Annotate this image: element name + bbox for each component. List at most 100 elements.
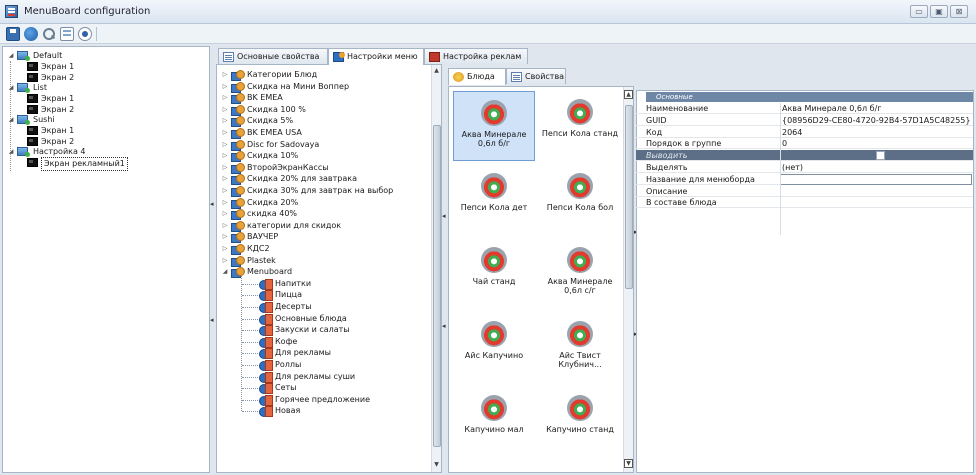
expand-icon[interactable]: ▷ (221, 185, 229, 197)
visible-checkbox[interactable] (876, 151, 885, 161)
expand-icon[interactable]: ▷ (221, 81, 229, 93)
tab-dishes[interactable]: Блюда (448, 68, 506, 85)
tab-ads-settings[interactable]: Настройка реклам (424, 48, 528, 64)
property-row[interactable]: Выделять (нет) (636, 162, 973, 173)
category-scrollbar[interactable]: ▲ ▼ (431, 65, 441, 472)
menuboard-subcategory[interactable]: Закуски и салаты (217, 324, 429, 337)
dish-tile[interactable]: Аква Минерале 0,6л б/г (453, 91, 535, 161)
property-row[interactable]: В составе блюда (636, 197, 973, 209)
dish-tile[interactable]: Пепси Кола станд (539, 91, 621, 161)
expand-icon[interactable]: ▷ (221, 150, 229, 162)
menuboard-subcategory[interactable]: Напитки (217, 278, 429, 290)
dishes-scrollbar[interactable]: ▲ ▼ (623, 87, 633, 472)
category-item[interactable]: ◢ Menuboard (217, 266, 429, 279)
expand-icon[interactable]: ▷ (221, 115, 229, 127)
category-item[interactable]: ▷ Скидка 30% для завтрак на выбор (217, 185, 429, 197)
expand-icon[interactable]: ▷ (221, 197, 229, 209)
save-icon[interactable] (6, 27, 20, 41)
category-item[interactable]: ▷ Скидка 100 % (217, 104, 429, 116)
property-row[interactable]: GUID {08956D29-CE80-4720-92B4-57D1A5C4825… (636, 115, 973, 126)
expand-icon[interactable]: ▷ (221, 243, 229, 255)
category-icon (231, 93, 245, 105)
category-item[interactable]: ▷ Категории Блюд (217, 69, 429, 81)
category-tree[interactable]: ▷ Категории Блюд ▷ Скидка на Мини Воппер ▷ BK… (216, 64, 442, 473)
scroll-down-icon[interactable]: ▼ (624, 459, 633, 468)
collapse-icon[interactable]: ◢ (221, 266, 229, 278)
scroll-down-icon[interactable]: ▼ (432, 461, 441, 468)
property-row[interactable]: Выводить (636, 150, 973, 162)
record-icon[interactable] (78, 27, 92, 41)
expand-icon[interactable]: ▷ (221, 220, 229, 232)
collapse-middle-icon-2[interactable]: ◂ (442, 322, 446, 330)
expand-icon[interactable]: ▷ (221, 127, 229, 139)
category-item[interactable]: ▷ Скидка на Мини Воппер (217, 81, 429, 93)
search-icon[interactable] (42, 27, 56, 41)
category-item[interactable]: ▷ ВторойЭкранКассы (217, 162, 429, 174)
category-item[interactable]: ▷ Скидка 20% (217, 197, 429, 209)
dish-tile[interactable]: Капучино мал (453, 387, 535, 457)
expand-icon[interactable]: ▷ (221, 69, 229, 81)
configuration-tree[interactable]: ◢ Default Экран 1 Экран 2 ◢ List Экран 1 Экран … (2, 46, 210, 473)
menuboard-subcategory[interactable]: Для рекламы суши (217, 371, 429, 383)
collapse-left-icon[interactable]: ◂ (210, 200, 214, 208)
scroll-thumb[interactable] (625, 105, 633, 289)
property-row[interactable]: Название для менюборда (636, 173, 973, 185)
dishes-grid[interactable]: Аква Минерале 0,6л б/г Пепси Кола станд Пе… (448, 86, 634, 473)
category-item[interactable]: ▷ скидка 40% (217, 208, 429, 221)
menuboard-subcategory[interactable]: Для рекламы (217, 347, 429, 360)
category-item[interactable]: ▷ Plastek (217, 255, 429, 267)
scroll-up-icon[interactable]: ▲ (432, 67, 441, 74)
expand-icon[interactable]: ▷ (221, 231, 229, 243)
dish-tile[interactable]: Чай станд (453, 239, 535, 309)
menuboard-subcategory[interactable]: Десерты (217, 301, 429, 313)
scroll-up-icon[interactable]: ▲ (624, 90, 633, 99)
category-item[interactable]: ▷ Скидка 20% для завтрака (217, 173, 429, 186)
category-item[interactable]: ▷ Скидка 5% (217, 115, 429, 128)
property-row[interactable]: Описание (636, 186, 973, 197)
menuboard-subcategory[interactable]: Новая (217, 405, 429, 418)
menuboard-name-input[interactable] (780, 173, 972, 185)
category-item[interactable]: ▷ Disc for Sadovaya (217, 139, 429, 151)
dish-tile[interactable]: Пепси Кола дет (453, 165, 535, 235)
minimize-button[interactable]: ▭ (910, 5, 928, 18)
category-item[interactable]: ▷ категории для скидок (217, 220, 429, 232)
tab-main-properties[interactable]: Основные свойства (218, 48, 328, 64)
properties-category-header: Основные (646, 92, 973, 102)
expand-icon[interactable]: ▷ (221, 162, 229, 174)
property-row[interactable]: Наименование Аква Минерале 0,6л б/г (636, 103, 973, 114)
grid-icon[interactable] (60, 27, 74, 41)
dish-tile[interactable]: Айс Капучино (453, 313, 535, 383)
menuboard-subcategory[interactable]: Горячее предложение (217, 394, 429, 406)
collapse-middle-icon[interactable]: ◂ (442, 212, 446, 220)
collapse-left-icon-2[interactable]: ◂ (210, 316, 214, 324)
menuboard-subcategory[interactable]: Основные блюда (217, 313, 429, 325)
expand-icon[interactable]: ▷ (221, 173, 229, 185)
category-item[interactable]: ▷ Скидка 10% (217, 150, 429, 163)
category-item[interactable]: ▷ BK EMEA USA (217, 127, 429, 139)
menuboard-subcategory[interactable]: Кофе (217, 336, 429, 348)
dish-tile[interactable]: Аква Минерале 0,6л с/г (539, 239, 621, 309)
property-row[interactable]: Код 2064 (636, 127, 973, 138)
menuboard-subcategory[interactable]: Сеты (217, 382, 429, 395)
menuboard-subcategory[interactable]: Пицца (217, 289, 429, 302)
dish-tile[interactable]: Пепси Кола бол (539, 165, 621, 235)
expand-icon[interactable]: ▷ (221, 92, 229, 104)
scroll-thumb[interactable] (433, 125, 441, 447)
refresh-icon[interactable] (24, 27, 38, 41)
dish-tile[interactable]: Айс Твист Клубнич... (539, 313, 621, 383)
category-item[interactable]: ▷ ВАУЧЕР (217, 231, 429, 244)
tree-item-screen[interactable]: Экран рекламный1 (3, 157, 207, 171)
category-item[interactable]: ▷ КДС2 (217, 243, 429, 255)
property-row[interactable]: Порядок в группе 0 (636, 138, 973, 150)
category-item[interactable]: ▷ BK EMEA (217, 92, 429, 105)
expand-icon[interactable]: ▷ (221, 208, 229, 220)
expand-icon[interactable]: ▷ (221, 255, 229, 267)
maximize-button[interactable]: ▣ (930, 5, 948, 18)
expand-icon[interactable]: ▷ (221, 104, 229, 116)
dish-tile[interactable]: Капучино станд (539, 387, 621, 457)
expand-icon[interactable]: ▷ (221, 139, 229, 151)
menuboard-subcategory[interactable]: Роллы (217, 359, 429, 371)
tab-menu-settings[interactable]: Настройки меню (328, 48, 424, 65)
close-button[interactable]: ⊠ (950, 5, 968, 18)
tab-properties[interactable]: Свойства (506, 68, 566, 84)
